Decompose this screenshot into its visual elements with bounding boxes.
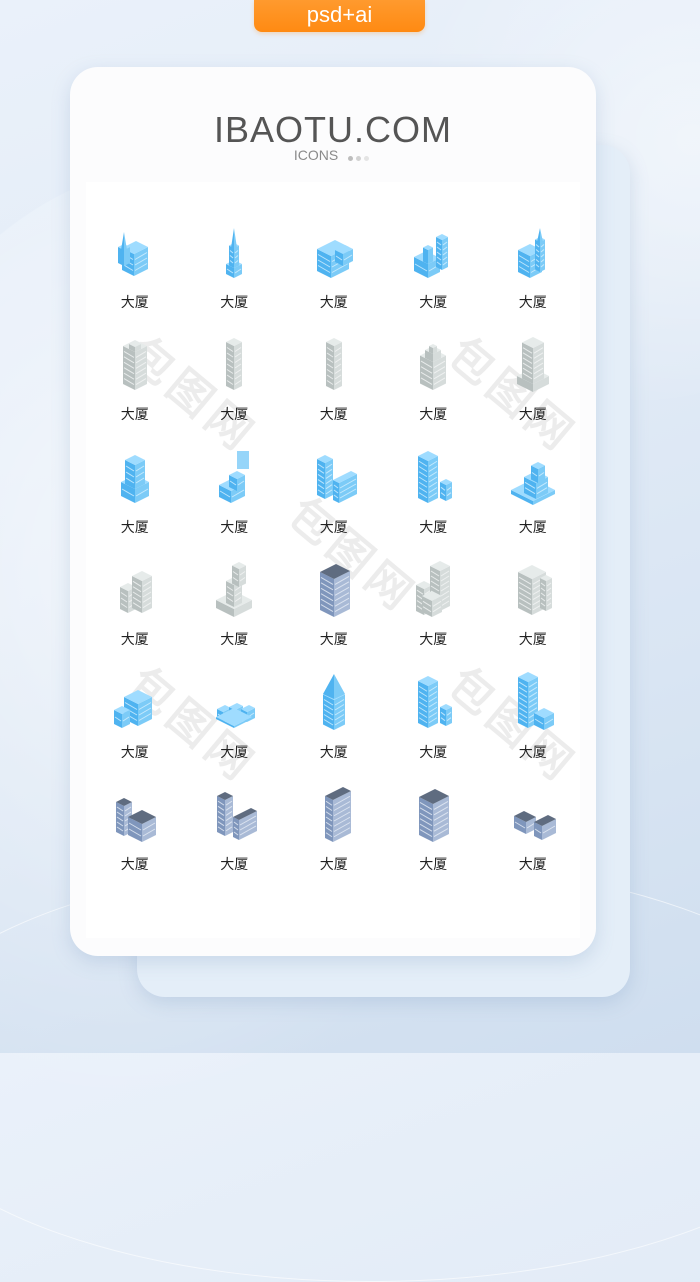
office-block-building-icon [319,564,350,618]
icon-item-round-tower[interactable]: 大厦 [85,445,185,557]
icon-label: 大厦 [518,294,547,310]
icon-item-low-wide[interactable]: 大厦 [483,782,583,894]
pyramid-stack-building-icon [510,461,555,505]
icon-label: 大厦 [518,518,547,535]
terrace-tower-building-icon [517,671,554,730]
icon-item-wide-block[interactable]: 大厦 [284,220,384,332]
icon-item-row-houses[interactable]: 大厦 [185,670,285,782]
block-annex-building-icon [418,450,453,503]
icon-label: 大厦 [518,855,547,872]
icon-item-block-annex[interactable]: 大厦 [384,670,484,782]
slim-tower-building-icon [226,338,243,391]
icon-label: 大厦 [419,518,448,535]
icon-label: 大厦 [518,406,547,423]
slim-tower-building-icon [325,338,342,391]
grid-tower-building-icon [516,337,549,393]
house-building-icon [113,689,152,728]
icon-label: 大厦 [319,294,348,310]
icon-label: 大厦 [419,743,448,760]
icon-item-tiered-tower[interactable]: 大厦 [384,332,484,444]
icon-item-pyramid-top[interactable]: 大厦 [284,670,384,782]
church-building-icon [117,232,148,276]
icon-item-cathedral-tower[interactable]: 大厦 [483,220,583,332]
subtitle-text: ICONS [293,147,339,163]
subtitle: ICONS [70,147,596,164]
icon-item-billboard-building[interactable]: 大厦 [185,445,285,557]
pyramid-top-building-icon [322,673,345,730]
office-block-building-icon [419,788,450,842]
icon-item-twin-block[interactable]: 大厦 [85,557,185,669]
row-houses-building-icon [216,702,256,728]
low-wide-building-icon [513,810,556,840]
icon-label: 大厦 [220,631,249,648]
round-tower-building-icon [120,454,149,503]
icon-label: 大厦 [319,743,348,760]
icon-item-spire-tower[interactable]: 大厦 [185,220,285,332]
icon-item-slim-tower[interactable]: 大厦 [185,332,285,444]
icon-item-house[interactable]: 大厦 [85,670,185,782]
icon-label: 大厦 [120,855,149,872]
icon-label: 大厦 [419,631,448,648]
wide-block-building-icon [316,240,353,278]
l-building-building-icon [217,791,258,840]
icon-item-wide-tower[interactable]: 大厦 [483,557,583,669]
icon-label: 大厦 [120,743,149,760]
icon-label: 大厦 [220,743,249,760]
icon-item-cluster[interactable]: 大厦 [384,557,484,669]
icon-label: 大厦 [419,294,448,310]
icon-label: 大厦 [220,406,249,423]
icon-item-stepped-tower[interactable]: 大厦 [185,557,285,669]
cathedral-tower-building-icon [517,228,545,278]
icon-item-block-annex[interactable]: 大厦 [384,445,484,557]
billboard-building-building-icon [219,450,250,503]
curved-block-building-icon [324,786,351,842]
icon-item-tower-crown[interactable]: 大厦 [85,332,185,444]
stepped-complex-building-icon [414,234,449,278]
icon-item-curved-block[interactable]: 大厦 [284,782,384,894]
icon-item-office-block[interactable]: 大厦 [384,782,484,894]
icon-label: 大厦 [120,294,149,310]
twin-block-building-icon [119,571,152,614]
stepped-tower-building-icon [216,562,253,618]
icon-label: 大厦 [518,631,547,648]
icon-item-slim-tower[interactable]: 大厦 [284,332,384,444]
l-building-building-icon [316,454,357,503]
icon-item-office-block[interactable]: 大厦 [284,557,384,669]
cluster-building-icon [416,561,451,618]
icon-item-grid-tower[interactable]: 大厦 [483,332,583,444]
icon-label: 大厦 [220,855,249,872]
icon-item-l-building[interactable]: 大厦 [284,445,384,557]
icon-item-stepped-complex[interactable]: 大厦 [384,220,484,332]
icon-label: 大厦 [419,855,448,872]
icon-label: 大厦 [319,855,348,872]
icon-item-pyramid-stack[interactable]: 大厦 [483,445,583,557]
icon-label: 大厦 [518,743,547,760]
factory-building-icon [115,797,156,842]
tower-crown-building-icon [122,340,147,391]
icon-label: 大厦 [120,518,149,535]
icon-label: 大厦 [319,518,348,535]
icon-item-factory[interactable]: 大厦 [85,782,185,894]
wide-tower-building-icon [517,565,552,616]
icon-label: 大厦 [419,406,448,423]
spire-tower-building-icon [226,228,243,278]
icon-label: 大厦 [319,406,348,423]
icon-item-l-building[interactable]: 大厦 [185,782,285,894]
icon-label: 大厦 [220,518,249,535]
icon-label: 大厦 [220,294,249,310]
icon-item-church[interactable]: 大厦 [85,220,185,332]
icon-label: 大厦 [319,631,348,648]
icon-label: 大厦 [120,631,149,648]
icon-label: 大厦 [120,406,149,423]
icon-item-terrace-tower[interactable]: 大厦 [483,670,583,782]
format-badge: psd+ai [254,0,425,32]
dots-icon [348,148,372,164]
block-annex-building-icon [418,675,453,728]
tiered-tower-building-icon [420,344,447,391]
icon-grid: 大厦 大厦 大厦 大厦 大厦 大厦 大厦 大厦 大厦 大厦 大厦 大厦 大厦 大厦 大厦 大厦 大厦 大厦 大厦 大厦… [85,220,585,894]
site-title: IBAOTU.COM [213,109,452,150]
